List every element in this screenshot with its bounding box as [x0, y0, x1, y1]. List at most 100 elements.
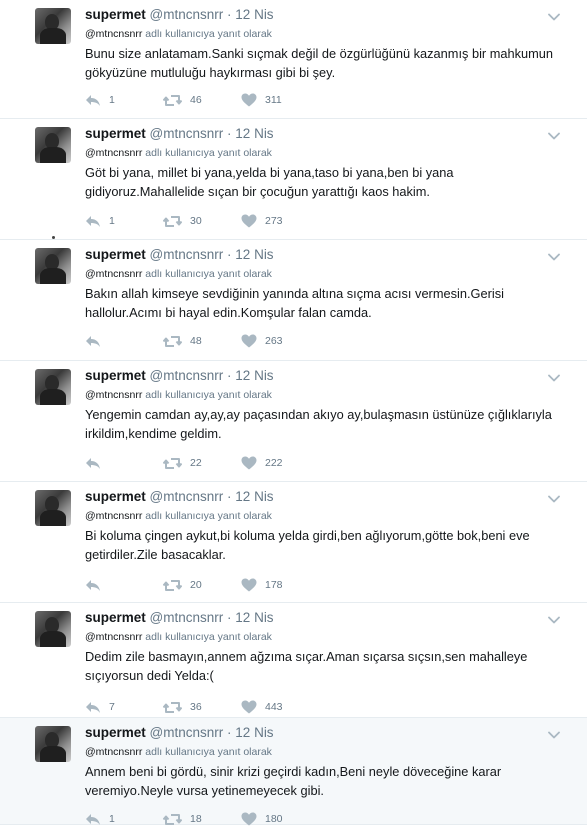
tweet-text: Yengemin camdan ay,ay,ay paçasından akıy…	[85, 407, 552, 441]
separator-dot: ·	[227, 489, 232, 504]
separator-dot: ·	[227, 368, 232, 383]
tweet-date[interactable]: 12 Nis	[235, 247, 273, 262]
reply-icon	[85, 813, 101, 826]
avatar[interactable]	[35, 490, 71, 526]
reply-button[interactable]: 7	[85, 699, 115, 715]
retweet-count: 30	[190, 215, 202, 227]
reply-button[interactable]	[85, 455, 109, 471]
reply-button[interactable]: 1	[85, 92, 115, 108]
replying-to-label: adlı kullanıcıya yanıt olarak	[145, 268, 272, 280]
reply-handle[interactable]: @mtncnsnrr	[85, 510, 142, 522]
replying-to: @mtncnsnrr adlı kullanıcıya yanıt olarak	[85, 268, 272, 280]
like-count: 311	[265, 94, 282, 106]
reply-handle[interactable]: @mtncnsnrr	[85, 389, 142, 401]
reply-handle[interactable]: @mtncnsnrr	[85, 28, 142, 40]
tweet[interactable]: supermet @mtncnsnrr · 12 Nis @mtncnsnrr …	[0, 0, 587, 119]
tweet-header: supermet @mtncnsnrr · 12 Nis	[85, 725, 274, 740]
display-name[interactable]: supermet	[85, 126, 146, 141]
replying-to-label: adlı kullanıcıya yanıt olarak	[145, 28, 272, 40]
tweet-header: supermet @mtncnsnrr · 12 Nis	[85, 7, 274, 22]
display-name[interactable]: supermet	[85, 489, 146, 504]
tweet[interactable]: supermet @mtncnsnrr · 12 Nis @mtncnsnrr …	[0, 718, 587, 826]
display-name[interactable]: supermet	[85, 247, 146, 262]
tweet-date[interactable]: 12 Nis	[235, 610, 273, 625]
username[interactable]: @mtncnsnrr	[150, 725, 224, 740]
avatar[interactable]	[35, 248, 71, 284]
retweet-button[interactable]: 30	[163, 213, 202, 229]
tweet-date[interactable]: 12 Nis	[235, 489, 273, 504]
display-name[interactable]: supermet	[85, 610, 146, 625]
username[interactable]: @mtncnsnrr	[150, 489, 224, 504]
reply-icon	[85, 94, 101, 107]
replying-to: @mtncnsnrr adlı kullanıcıya yanıt olarak	[85, 510, 272, 522]
retweet-button[interactable]: 36	[163, 699, 202, 715]
username[interactable]: @mtncnsnrr	[150, 7, 224, 22]
avatar[interactable]	[35, 369, 71, 405]
like-button[interactable]: 222	[241, 455, 283, 471]
heart-icon	[241, 334, 257, 348]
chevron-down-icon[interactable]	[548, 369, 560, 382]
replying-to-label: adlı kullanıcıya yanıt olarak	[145, 631, 272, 643]
replying-to: @mtncnsnrr adlı kullanıcıya yanıt olarak	[85, 631, 272, 643]
retweet-button[interactable]: 20	[163, 577, 202, 593]
reply-count: 1	[109, 813, 115, 825]
like-button[interactable]: 178	[241, 577, 283, 593]
heart-icon	[241, 456, 257, 470]
chevron-down-icon[interactable]	[548, 490, 560, 503]
retweet-button[interactable]: 22	[163, 455, 202, 471]
retweet-count: 22	[190, 457, 202, 469]
avatar[interactable]	[35, 127, 71, 163]
username[interactable]: @mtncnsnrr	[150, 126, 224, 141]
display-name[interactable]: supermet	[85, 725, 146, 740]
display-name[interactable]: supermet	[85, 7, 146, 22]
tweet[interactable]: supermet @mtncnsnrr · 12 Nis @mtncnsnrr …	[0, 482, 587, 603]
retweet-icon	[163, 579, 182, 592]
retweet-button[interactable]: 48	[163, 333, 202, 349]
reply-icon	[85, 701, 101, 714]
heart-icon	[241, 700, 257, 714]
tweet-text: Göt bi yana, millet bi yana,yelda bi yan…	[85, 165, 454, 199]
reply-icon	[85, 335, 101, 348]
tweet-date[interactable]: 12 Nis	[235, 126, 273, 141]
retweet-count: 46	[190, 94, 202, 106]
like-button[interactable]: 443	[241, 699, 283, 715]
retweet-count: 18	[190, 813, 202, 825]
like-button[interactable]: 263	[241, 333, 283, 349]
reply-button[interactable]	[85, 577, 109, 593]
username[interactable]: @mtncnsnrr	[150, 247, 224, 262]
tweet[interactable]: supermet @mtncnsnrr · 12 Nis @mtncnsnrr …	[0, 119, 587, 240]
retweet-icon	[163, 813, 182, 826]
chevron-down-icon[interactable]	[548, 127, 560, 140]
retweet-button[interactable]: 46	[163, 92, 202, 108]
tweet[interactable]: supermet @mtncnsnrr · 12 Nis @mtncnsnrr …	[0, 240, 587, 361]
avatar[interactable]	[35, 611, 71, 647]
reply-icon	[85, 579, 101, 592]
tweet[interactable]: supermet @mtncnsnrr · 12 Nis @mtncnsnrr …	[0, 361, 587, 482]
reply-handle[interactable]: @mtncnsnrr	[85, 631, 142, 643]
like-button[interactable]: 273	[241, 213, 283, 229]
replying-to: @mtncnsnrr adlı kullanıcıya yanıt olarak	[85, 389, 272, 401]
reply-button[interactable]	[85, 333, 109, 349]
like-button[interactable]: 311	[241, 92, 282, 108]
username[interactable]: @mtncnsnrr	[150, 368, 224, 383]
chevron-down-icon[interactable]	[548, 248, 560, 261]
avatar[interactable]	[35, 8, 71, 44]
chevron-down-icon[interactable]	[548, 8, 560, 21]
reply-button[interactable]: 1	[85, 213, 115, 229]
retweet-count: 48	[190, 335, 202, 347]
chevron-down-icon[interactable]	[548, 726, 560, 739]
display-name[interactable]: supermet	[85, 368, 146, 383]
tweet-date[interactable]: 12 Nis	[235, 368, 273, 383]
username[interactable]: @mtncnsnrr	[150, 610, 224, 625]
tweet[interactable]: supermet @mtncnsnrr · 12 Nis @mtncnsnrr …	[0, 603, 587, 718]
tweet-date[interactable]: 12 Nis	[235, 725, 273, 740]
tweet-text: Annem beni bi gördü, sinir krizi geçirdi…	[85, 764, 502, 798]
tweet-date[interactable]: 12 Nis	[235, 7, 273, 22]
reply-handle[interactable]: @mtncnsnrr	[85, 268, 142, 280]
like-count: 263	[265, 335, 283, 347]
chevron-down-icon[interactable]	[548, 611, 560, 624]
reply-handle[interactable]: @mtncnsnrr	[85, 746, 142, 758]
retweet-icon	[163, 335, 182, 348]
avatar[interactable]	[35, 726, 71, 762]
reply-handle[interactable]: @mtncnsnrr	[85, 147, 142, 159]
